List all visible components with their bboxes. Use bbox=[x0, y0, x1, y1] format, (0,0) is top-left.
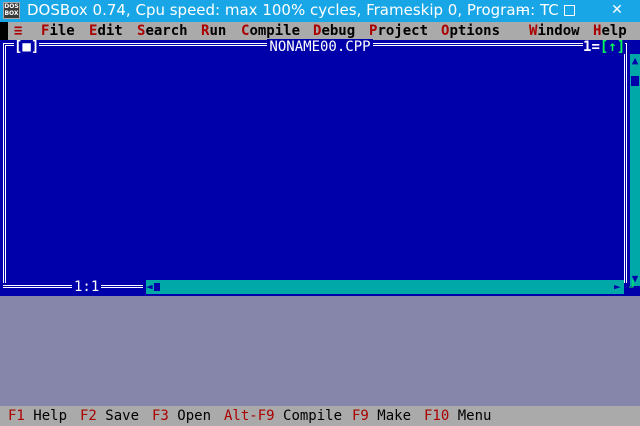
save-shortcut[interactable]: F2 Save bbox=[80, 406, 139, 426]
shortcut-key: F2 bbox=[80, 408, 97, 424]
window-number: 1 bbox=[583, 39, 592, 55]
scroll-up-icon[interactable]: ▲ bbox=[630, 54, 640, 68]
vertical-scrollbar[interactable]: ▲ ▼ bbox=[630, 54, 640, 286]
menu-project[interactable]: Project bbox=[369, 22, 428, 40]
horizontal-scrollbar[interactable]: ◄ ► bbox=[146, 280, 624, 294]
close-icon: ✕ bbox=[611, 2, 623, 18]
editor-frame bbox=[3, 43, 627, 291]
shortcut-key: F3 bbox=[152, 408, 169, 424]
editor-file-title-row: NONAME00.CPP bbox=[0, 39, 640, 55]
menu-label: ebug bbox=[321, 23, 356, 39]
menu-run[interactable]: Run bbox=[201, 22, 226, 40]
window-title: DOSBox 0.74, Cpu speed: max 100% cycles,… bbox=[27, 1, 559, 19]
menu-search[interactable]: Search bbox=[137, 22, 188, 40]
dosbox-titlebar[interactable]: DOS BOX DOSBox 0.74, Cpu speed: max 100%… bbox=[0, 0, 640, 22]
cursor-position: 1:1 bbox=[72, 279, 102, 295]
make-shortcut[interactable]: F9 Make bbox=[352, 406, 411, 426]
shortcut-label: Make bbox=[377, 408, 412, 424]
menu-label: indow bbox=[537, 23, 580, 39]
menu-label: ompile bbox=[249, 23, 301, 39]
desktop-background bbox=[0, 296, 640, 406]
menu-label: ptions bbox=[449, 23, 501, 39]
menu-label: roject bbox=[377, 23, 429, 39]
shortcut-label: Menu bbox=[457, 408, 492, 424]
menu-debug[interactable]: Debug bbox=[313, 22, 355, 40]
menu-shortcut[interactable]: F10 Menu bbox=[424, 406, 491, 426]
menu-edit[interactable]: Edit bbox=[89, 22, 123, 40]
open-shortcut[interactable]: F3 Open bbox=[152, 406, 211, 426]
scroll-right-icon[interactable]: ► bbox=[614, 280, 624, 294]
vertical-scroll-thumb[interactable] bbox=[631, 76, 639, 86]
menu-label: ile bbox=[49, 23, 75, 39]
shortcut-label: Save bbox=[105, 408, 140, 424]
shortcut-key: F9 bbox=[352, 408, 369, 424]
shortcut-key: F10 bbox=[424, 408, 450, 424]
menu-window[interactable]: Window bbox=[529, 22, 580, 40]
dosbox-app-icon[interactable]: DOS BOX bbox=[3, 2, 20, 19]
tc-menubar: ≡ File Edit Search Run Compile Debug Pro… bbox=[0, 22, 640, 40]
menu-label: dit bbox=[97, 23, 123, 39]
system-menu-icon[interactable]: ≡ bbox=[14, 22, 22, 40]
menubar-edge bbox=[0, 22, 8, 40]
window-number-and-zoom[interactable]: 1=[↑] bbox=[583, 39, 626, 55]
maximize-icon bbox=[563, 4, 575, 16]
help-shortcut[interactable]: F1 Help bbox=[8, 406, 67, 426]
shortcut-label: Compile bbox=[283, 408, 343, 424]
editor-window[interactable]: [■] NONAME00.CPP 1=[↑] ▲ ▼ 1:1 ◄ ► ┘ bbox=[0, 39, 640, 296]
close-button[interactable]: ✕ bbox=[594, 0, 640, 22]
menu-label: un bbox=[209, 23, 227, 39]
zoom-box-icon[interactable]: [↑] bbox=[600, 39, 625, 55]
minimize-icon bbox=[518, 9, 528, 11]
menu-label: elp bbox=[601, 23, 627, 39]
shortcut-key: Alt-F9 bbox=[224, 408, 275, 424]
shortcut-label: Help bbox=[33, 408, 68, 424]
shortcut-label: Open bbox=[177, 408, 212, 424]
menu-options[interactable]: Options bbox=[441, 22, 500, 40]
shortcut-key: F1 bbox=[8, 408, 25, 424]
maximize-button[interactable] bbox=[546, 0, 592, 22]
resize-corner-icon[interactable]: ┘ bbox=[626, 280, 640, 294]
menu-help[interactable]: Help bbox=[593, 22, 627, 40]
editor-file-name: NONAME00.CPP bbox=[267, 39, 373, 55]
horizontal-scroll-thumb[interactable] bbox=[154, 283, 160, 291]
minimize-button[interactable] bbox=[500, 0, 546, 22]
menu-label: earch bbox=[145, 23, 188, 39]
menu-file[interactable]: File bbox=[41, 22, 75, 40]
status-bar: F1 Help F2 Save F3 Open Alt-F9 Compile F… bbox=[0, 406, 640, 426]
compile-shortcut[interactable]: Alt-F9 Compile bbox=[224, 406, 342, 426]
menu-compile[interactable]: Compile bbox=[241, 22, 300, 40]
